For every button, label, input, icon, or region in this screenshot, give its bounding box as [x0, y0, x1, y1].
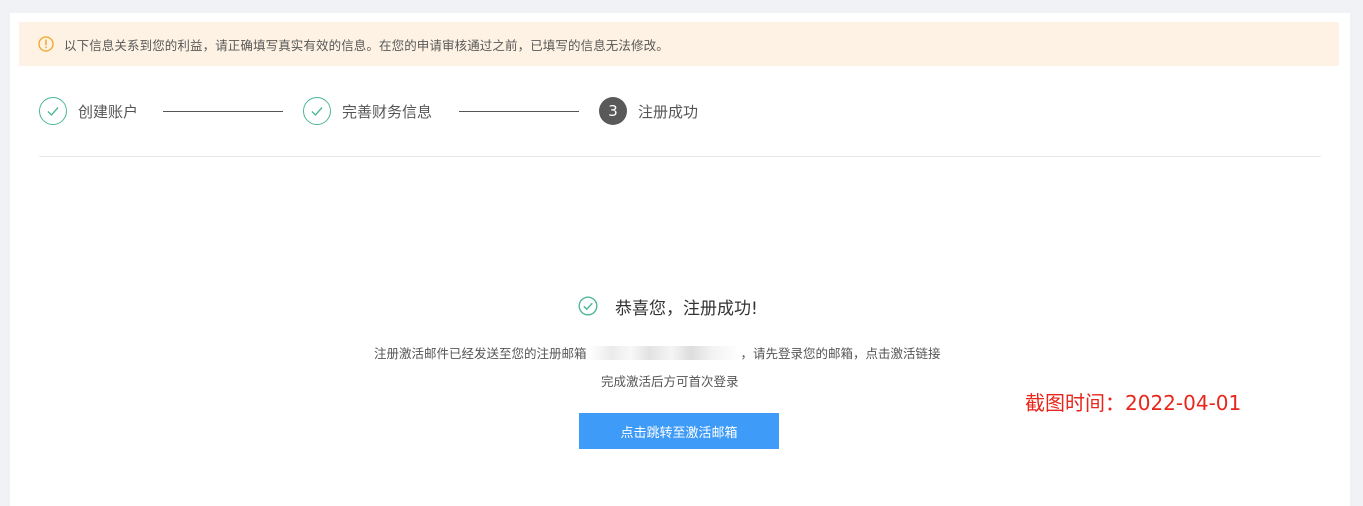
activation-description: 注册激活邮件已经发送至您的注册邮箱 ，请先登录您的邮箱，点击激活链接 — [374, 343, 941, 362]
notice-text: 以下信息关系到您的利益，请正确填写真实有效的信息。在您的申请审核通过之前，已填写… — [64, 37, 669, 53]
masked-email — [588, 345, 739, 360]
desc-before-email: 注册激活邮件已经发送至您的注册邮箱 — [374, 346, 587, 361]
step-register-success: 3 注册成功 — [599, 95, 698, 127]
registration-steps: 创建账户 完善财务信息 3 注册成功 — [39, 95, 1139, 127]
step-label: 注册成功 — [638, 102, 699, 121]
step-label: 创建账户 — [78, 102, 139, 121]
step-number-badge: 3 — [599, 97, 627, 125]
main-panel: 以下信息关系到您的利益，请正确填写真实有效的信息。在您的申请审核通过之前，已填写… — [10, 13, 1350, 506]
step-connector — [163, 111, 283, 112]
success-heading: 恭喜您，注册成功! — [578, 294, 758, 319]
desc-after-email: ，请先登录您的邮箱，点击激活链接 — [740, 346, 941, 361]
step-create-account: 创建账户 — [39, 95, 138, 127]
activation-description-line2: 完成激活后方可首次登录 — [601, 374, 739, 389]
screenshot-timestamp: 截图时间：2022-04-01 — [1025, 391, 1242, 415]
check-circle-icon — [578, 296, 598, 316]
jump-to-email-button[interactable]: 点击跳转至激活邮箱 — [579, 413, 779, 449]
step-financial-info: 完善财务信息 — [303, 95, 432, 127]
divider — [39, 156, 1321, 157]
step-label: 完善财务信息 — [342, 102, 433, 121]
check-icon — [39, 97, 67, 125]
check-icon — [303, 97, 331, 125]
info-circle-icon — [38, 36, 54, 52]
success-title: 恭喜您，注册成功! — [615, 298, 758, 319]
step-connector — [459, 111, 579, 112]
notice-banner: 以下信息关系到您的利益，请正确填写真实有效的信息。在您的申请审核通过之前，已填写… — [19, 22, 1339, 66]
